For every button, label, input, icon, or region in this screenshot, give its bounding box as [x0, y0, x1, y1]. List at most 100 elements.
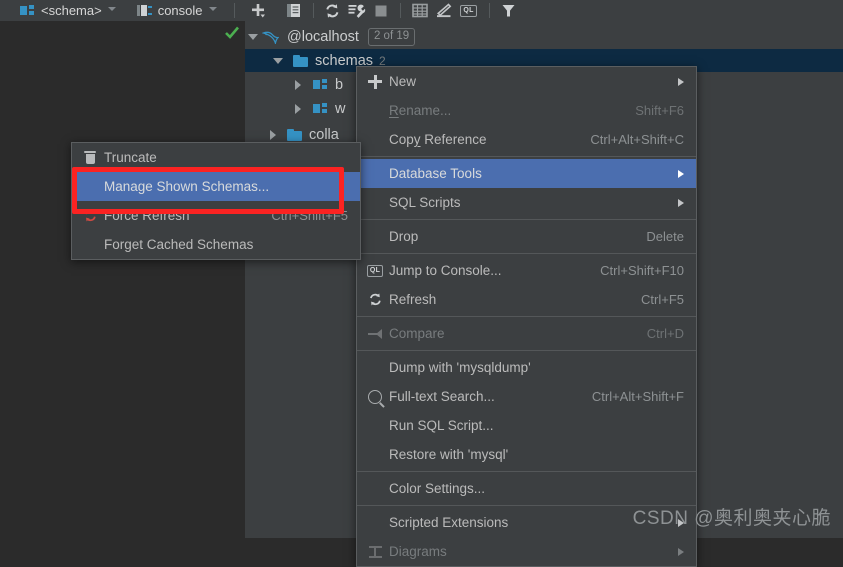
toolbar-divider [233, 3, 235, 18]
menu-item-new[interactable]: New [357, 67, 696, 96]
grid-icon [411, 3, 428, 18]
localhost-label: @localhost [287, 28, 359, 45]
submenu-item-truncate[interactable]: Truncate [72, 143, 360, 172]
submenu-arrow-icon [678, 547, 684, 556]
jump-to-query-console-button[interactable]: QL [456, 0, 482, 21]
expand-arrow-icon[interactable] [295, 79, 301, 90]
submenu-item-label: Truncate [104, 150, 157, 165]
submenu-arrow-icon [678, 198, 684, 207]
toolbar-divider [488, 3, 490, 18]
wrench-icon [348, 4, 365, 18]
menu-item-label: Restore with 'mysql' [389, 447, 509, 462]
document-icon [287, 4, 301, 17]
menu-item-copy-reference[interactable]: Copy Reference Ctrl+Alt+Shift+C [357, 125, 696, 154]
submenu-arrow-icon [678, 169, 684, 178]
expand-arrow-icon[interactable] [295, 103, 301, 114]
menu-item-label: Drop [389, 229, 419, 244]
menu-item-restore-with-mysql[interactable]: Restore with 'mysql' [357, 440, 696, 469]
search-icon [364, 389, 386, 404]
menu-item-sql-scripts[interactable]: SQL Scripts [357, 188, 696, 217]
menu-item-shortcut: Shift+F6 [635, 103, 684, 118]
chevron-down-icon[interactable] [208, 6, 218, 15]
chevron-down-icon[interactable] [107, 6, 117, 15]
menu-item-shortcut: Ctrl+F5 [641, 292, 684, 307]
properties-button[interactable] [282, 0, 306, 21]
menu-item-label: SQL Scripts [389, 195, 461, 210]
tree-node-colla-label: colla [309, 126, 339, 143]
menu-item-label: Compare [389, 326, 445, 341]
submenu-item-label: Force Refresh [104, 208, 190, 223]
plus-icon [364, 74, 386, 89]
plus-dropdown-icon [252, 3, 266, 17]
tree-gutter [220, 21, 245, 538]
tree-node-localhost[interactable]: @localhost 2 of 19 [245, 25, 843, 48]
submenu-arrow-icon [678, 77, 684, 86]
connection-ok-icon [224, 25, 240, 41]
schema-count-badge: 2 of 19 [367, 27, 416, 46]
menu-item-run-sql-script[interactable]: Run SQL Script... [357, 411, 696, 440]
menu-item-refresh[interactable]: Refresh Ctrl+F5 [357, 285, 696, 314]
refresh-button[interactable] [321, 0, 345, 21]
stop-button[interactable] [369, 0, 393, 21]
menu-item-full-text-search[interactable]: Full-text Search... Ctrl+Alt+Shift+F [357, 382, 696, 411]
refresh-icon [326, 3, 339, 18]
filter-button[interactable] [497, 0, 521, 21]
console-icon [136, 4, 152, 17]
schema-icon [313, 102, 328, 115]
menu-item-label: Database Tools [389, 166, 482, 181]
toolbar-selectors: <schema> console [0, 0, 220, 21]
compare-icon [364, 328, 386, 340]
submenu-item-shortcut: Ctrl+Shift+F5 [271, 208, 348, 223]
pencil-icon [437, 3, 452, 18]
menu-separator [357, 219, 696, 220]
submenu-item-forget-cached-schemas[interactable]: Forget Cached Schemas [72, 230, 360, 259]
toolbar-divider [399, 3, 401, 18]
submenu-item-force-refresh[interactable]: Force Refresh Ctrl+Shift+F5 [72, 201, 360, 230]
menu-separator [357, 471, 696, 472]
console-selector-label: console [157, 3, 203, 18]
submenu-item-label: Manage Shown Schemas... [104, 179, 270, 194]
refresh-icon [364, 292, 386, 307]
schema-selector-label: <schema> [41, 3, 102, 18]
menu-item-label: Jump to Console... [389, 263, 502, 278]
table-view-button[interactable] [408, 0, 432, 21]
context-menu: New Rename... Shift+F6 Copy Reference Ct… [356, 66, 697, 567]
menu-item-pre: Cop [389, 132, 414, 147]
console-selector[interactable]: console [135, 0, 220, 21]
modify-button[interactable] [432, 0, 456, 21]
collapse-arrow-icon[interactable] [248, 33, 258, 40]
menu-item-rest: ename... [398, 103, 452, 118]
schema-selector[interactable]: <schema> [18, 0, 119, 21]
menu-item-database-tools[interactable]: Database Tools [357, 159, 696, 188]
editor-area [0, 21, 245, 538]
menu-item-label: Rename... [386, 103, 617, 118]
ql-icon: QL [460, 4, 477, 17]
ql-icon: QL [364, 264, 386, 277]
menu-item-label: Run SQL Script... [389, 418, 494, 433]
menu-item-label: Copy Reference [386, 132, 572, 147]
menu-item-label: Full-text Search... [389, 389, 495, 404]
tree-node-b-label: b [335, 76, 344, 93]
submenu-item-manage-shown-schemas[interactable]: Manage Shown Schemas... [72, 172, 360, 201]
menu-item-label: Dump with 'mysqldump' [389, 360, 531, 375]
datasource-properties-button[interactable] [345, 0, 369, 21]
menu-item-compare: Compare Ctrl+D [357, 319, 696, 348]
menu-separator [357, 156, 696, 157]
collapse-arrow-icon[interactable] [273, 57, 283, 64]
menu-item-label: Diagrams [389, 544, 447, 559]
add-button[interactable] [248, 0, 272, 21]
folder-icon [293, 54, 308, 67]
tree-node-w-label: w [335, 100, 346, 117]
database-tools-submenu: Truncate Manage Shown Schemas... Force R… [71, 142, 361, 260]
menu-item-dump-with-mysqldump[interactable]: Dump with 'mysqldump' [357, 353, 696, 382]
expand-arrow-icon[interactable] [270, 129, 276, 140]
menu-item-jump-to-console[interactable]: QL Jump to Console... Ctrl+Shift+F10 [357, 256, 696, 285]
menu-item-drop[interactable]: Drop Delete [357, 222, 696, 251]
watermark: CSDN @奥利奥夹心脆 [632, 508, 831, 529]
menu-item-shortcut: Ctrl+Shift+F10 [600, 263, 684, 278]
menu-item-color-settings[interactable]: Color Settings... [357, 474, 696, 503]
menu-item-label: Refresh [389, 292, 437, 307]
menu-item-shortcut: Delete [646, 229, 684, 244]
menu-separator [357, 253, 696, 254]
ide-window: <schema> console QL @localhost 2 of 19 s… [0, 0, 843, 567]
